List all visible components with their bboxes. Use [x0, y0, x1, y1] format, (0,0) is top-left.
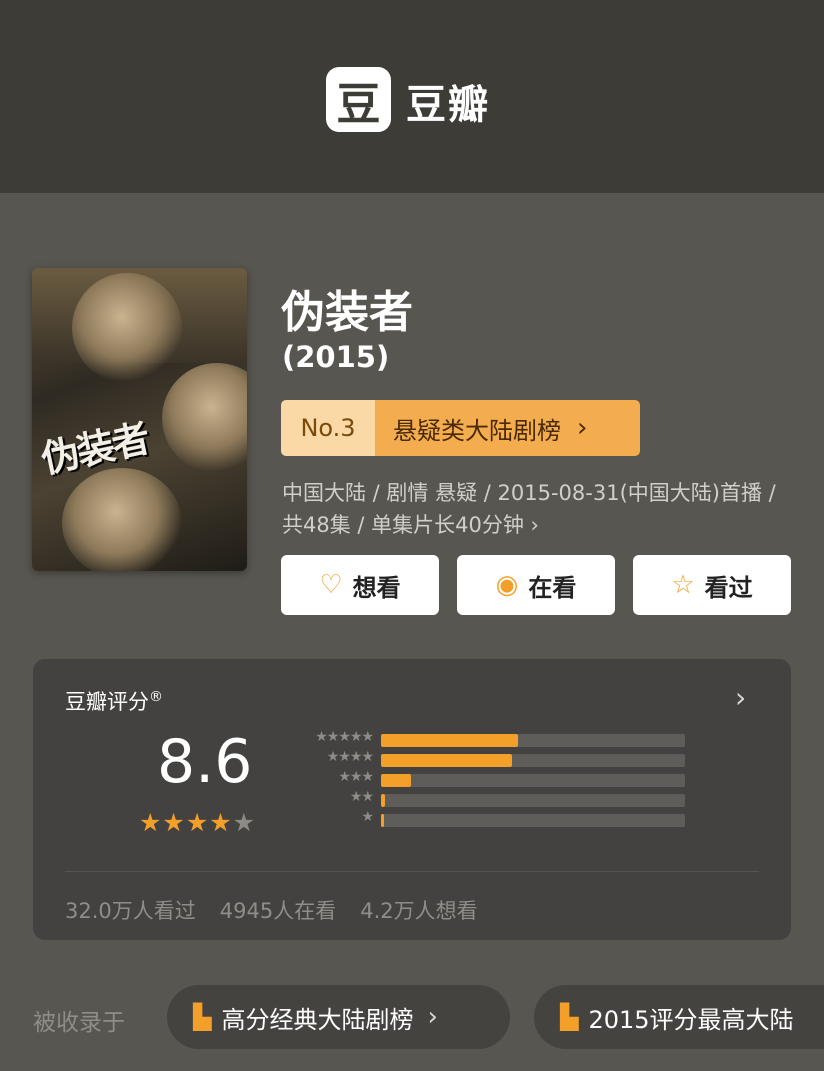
rating-card[interactable]: 豆瓣评分® › 8.6 ★★★★★ ★★★★★ ★★★★ ★★★ ★★ ★ 32…	[33, 659, 791, 940]
poster-face	[62, 468, 182, 571]
douban-logo-icon: 豆	[326, 67, 391, 132]
divider	[65, 871, 759, 872]
bar-track	[381, 794, 685, 807]
bar-track	[381, 734, 685, 747]
rating-score: 8.6	[157, 727, 253, 797]
bar-track	[381, 814, 685, 827]
collection-chip-label: 高分经典大陆剧榜	[221, 1005, 414, 1034]
show-year: (2015)	[282, 340, 390, 374]
bar-fill	[381, 814, 385, 827]
bar-star-label: ★★★★★	[315, 729, 374, 745]
watching-icon: ◉	[495, 570, 519, 600]
registered-mark: ®	[149, 689, 163, 705]
collection-chip[interactable]: ▙ 高分经典大陆剧榜 ›	[167, 985, 510, 1049]
rating-bar-row: ★★★★★	[289, 729, 689, 748]
chevron-right-icon: ›	[577, 413, 588, 443]
watched-count: 32.0万人看过	[65, 899, 196, 923]
want-count: 4.2万人想看	[360, 899, 478, 923]
bar-fill	[381, 754, 512, 767]
want-to-watch-label: 想看	[352, 573, 401, 602]
rank-badge[interactable]: No.3 悬疑类大陆剧榜 ›	[281, 400, 640, 456]
collection-chip[interactable]: ▙ 2015评分最高大陆	[534, 985, 824, 1049]
collection-chip-label: 2015评分最高大陆	[588, 1005, 794, 1034]
bar-track	[381, 774, 685, 787]
star-full-icon: ★★★★	[139, 808, 233, 837]
rank-list-name: 悬疑类大陆剧榜 ›	[375, 400, 640, 456]
show-title: 伪装者	[281, 287, 413, 338]
app-name: 豆瓣	[406, 81, 490, 128]
watched-label: 看过	[704, 573, 753, 602]
collected-in-label: 被收录于	[33, 1010, 125, 1036]
rank-list-label: 悬疑类大陆剧榜	[393, 416, 561, 445]
app-header: 豆 豆瓣	[0, 0, 824, 193]
rating-title: 豆瓣评分®	[65, 686, 163, 716]
watching-count: 4945人在看	[219, 899, 337, 923]
rating-title-text: 豆瓣评分	[65, 690, 149, 714]
bar-fill	[381, 774, 412, 787]
chevron-right-icon[interactable]: ›	[735, 681, 746, 714]
bar-star-label: ★★★★	[326, 749, 374, 765]
poster-image[interactable]: 伪装者	[32, 268, 247, 571]
rating-stars: ★★★★★	[139, 808, 256, 837]
rank-number: No.3	[281, 400, 375, 456]
bar-fill	[381, 734, 518, 747]
rating-bar-row: ★★	[289, 789, 689, 808]
poster-face	[162, 363, 247, 473]
bar-fill	[381, 794, 385, 807]
bar-star-label: ★	[361, 809, 374, 825]
bar-track	[381, 754, 685, 767]
star-outline-icon: ☆	[671, 570, 695, 600]
rating-bar-row: ★★★★	[289, 749, 689, 768]
poster-face	[72, 273, 182, 383]
heart-plus-icon: ♡	[319, 570, 343, 600]
trophy-icon: ▙	[193, 1003, 212, 1031]
bar-star-label: ★★	[349, 789, 374, 805]
rating-bar-row: ★	[289, 809, 689, 828]
watched-button[interactable]: ☆ 看过	[633, 555, 791, 615]
show-meta-info[interactable]: 中国大陆 / 剧情 悬疑 / 2015-08-31(中国大陆)首播 / 共48集…	[282, 477, 792, 541]
viewer-counts: 32.0万人看过 4945人在看 4.2万人想看	[65, 895, 478, 925]
watching-label: 在看	[528, 573, 577, 602]
chevron-right-icon: ›	[427, 1002, 438, 1032]
want-to-watch-button[interactable]: ♡ 想看	[281, 555, 439, 615]
bar-star-label: ★★★	[338, 769, 374, 785]
star-half-icon: ★	[232, 808, 257, 837]
watching-button[interactable]: ◉ 在看	[457, 555, 615, 615]
rating-bar-row: ★★★	[289, 769, 689, 788]
trophy-icon: ▙	[560, 1003, 579, 1031]
